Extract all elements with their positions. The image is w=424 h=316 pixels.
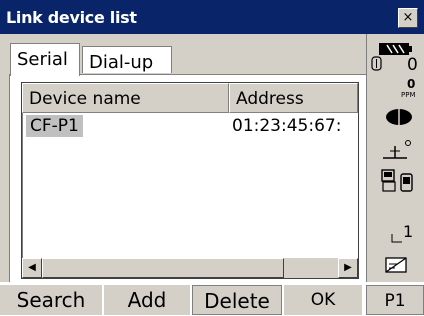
window-title: Link device list	[6, 8, 137, 27]
column-header-device-name[interactable]: Device name	[22, 83, 229, 113]
horizontal-scrollbar[interactable]: ◀ ▶	[22, 258, 358, 278]
tab-serial-label: Serial	[17, 49, 68, 70]
scroll-right-button[interactable]: ▶	[338, 258, 358, 278]
prism-constant-value: 0	[407, 55, 418, 75]
search-button[interactable]: Search	[0, 285, 102, 315]
laser-icon	[386, 109, 412, 125]
ppm-label: PPM	[401, 91, 416, 99]
input-mode-value: 1	[403, 222, 414, 241]
scroll-thumb[interactable]	[42, 258, 284, 278]
status-sidebar: 0 0 PPM 1	[366, 34, 424, 282]
column-header-label: Device name	[29, 89, 141, 109]
memory-card-icon	[385, 257, 407, 273]
scroll-left-button[interactable]: ◀	[22, 258, 42, 278]
ppm-value: 0	[407, 77, 416, 91]
page-toggle-button[interactable]: P1	[366, 285, 424, 315]
tab-dialup-label: Dial-up	[89, 52, 154, 73]
tab-dialup[interactable]: Dial-up	[82, 46, 172, 73]
input-mode-icon	[391, 234, 402, 243]
table-row[interactable]: CF-P1 01:23:45:67:	[22, 115, 358, 141]
softkey-bar: Search Add Delete OK P1	[0, 282, 424, 315]
column-header-label: Address	[236, 89, 304, 109]
prism-icon	[371, 56, 382, 71]
column-header-address[interactable]: Address	[229, 83, 358, 113]
battery-icon	[379, 43, 412, 55]
title-bar: Link device list ×	[0, 0, 424, 34]
device-list[interactable]: Device name Address CF-P1 01:23:45:67: ◀…	[21, 82, 359, 279]
ok-button[interactable]: OK	[284, 285, 362, 315]
add-button[interactable]: Add	[104, 285, 190, 315]
device-name-cell: CF-P1	[26, 115, 83, 137]
device-link-icon	[381, 169, 413, 192]
address-cell: 01:23:45:67:	[232, 116, 342, 136]
delete-button[interactable]: Delete	[192, 285, 282, 315]
tab-serial[interactable]: Serial	[10, 43, 80, 76]
close-button[interactable]: ×	[398, 8, 418, 28]
tilt-icon	[383, 140, 411, 159]
